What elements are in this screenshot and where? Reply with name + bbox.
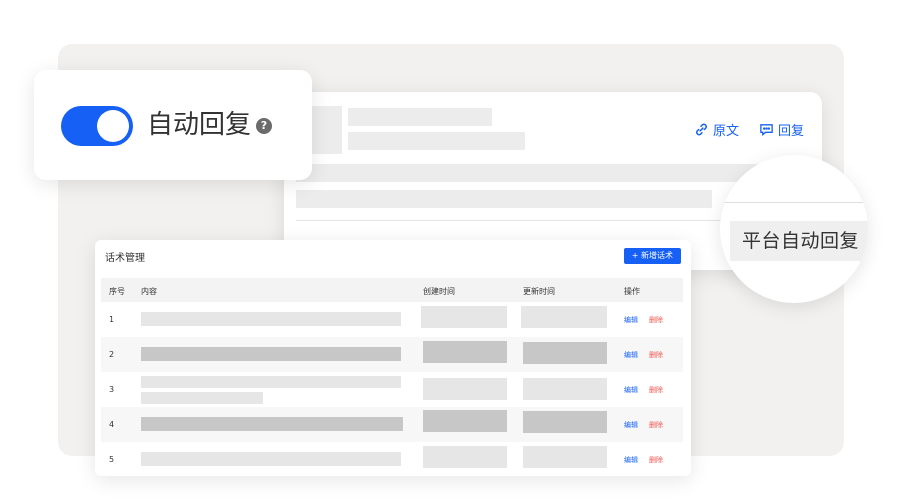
updated-placeholder <box>523 342 607 364</box>
row-index: 4 <box>109 420 115 429</box>
created-placeholder <box>423 341 507 363</box>
column-header-actions: 操作 <box>624 287 640 296</box>
content-placeholder <box>141 347 401 361</box>
divider <box>296 220 766 221</box>
edit-link[interactable]: 编辑 <box>624 350 638 360</box>
edit-link[interactable]: 编辑 <box>624 420 638 430</box>
table-title: 话术管理 <box>105 253 145 264</box>
table-row: 2 编辑 删除 <box>101 337 683 372</box>
magnifier-lens: 平台自动回复 <box>720 155 868 303</box>
column-header-created: 创建时间 <box>423 287 455 296</box>
delete-link[interactable]: 删除 <box>649 315 663 325</box>
column-header-index: 序号 <box>109 287 125 296</box>
updated-placeholder <box>523 411 607 433</box>
created-placeholder <box>423 378 507 400</box>
reply-label: 回复 <box>777 124 804 139</box>
auto-reply-label: 自动回复 <box>147 110 252 140</box>
auto-reply-card: 自动回复 ? <box>34 70 312 180</box>
link-icon <box>696 123 707 136</box>
content-placeholder <box>141 452 401 466</box>
delete-link[interactable]: 删除 <box>649 420 663 430</box>
row-index: 3 <box>109 385 115 394</box>
delete-link[interactable]: 删除 <box>649 455 663 465</box>
content-line-placeholder <box>296 190 712 208</box>
table-row: 4 编辑 删除 <box>101 407 683 442</box>
view-original-link[interactable]: 原文 <box>694 120 739 139</box>
content-placeholder <box>141 376 401 388</box>
script-management-card: 话术管理 + 新增话术 序号 内容 创建时间 更新时间 操作 1 编辑 删除 2… <box>95 240 691 476</box>
content-line-placeholder <box>296 164 812 182</box>
created-placeholder <box>423 446 507 468</box>
comment-icon <box>760 124 773 137</box>
edit-link[interactable]: 编辑 <box>624 455 638 465</box>
updated-placeholder <box>521 306 607 328</box>
post-actions: 原文 回复 <box>694 120 804 139</box>
content-placeholder <box>141 392 263 404</box>
edit-link[interactable]: 编辑 <box>624 315 638 325</box>
table-header: 序号 内容 创建时间 更新时间 操作 <box>101 278 683 302</box>
created-placeholder <box>423 410 507 432</box>
row-index: 5 <box>109 455 115 464</box>
platform-auto-reply-tag: 平台自动回复 <box>730 221 868 261</box>
delete-link[interactable]: 删除 <box>649 350 663 360</box>
content-placeholder <box>141 417 403 431</box>
table-row: 3 编辑 删除 <box>101 372 683 407</box>
add-script-button[interactable]: + 新增话术 <box>623 248 681 264</box>
reply-link[interactable]: 回复 <box>759 120 804 139</box>
question-circle-icon[interactable]: ? <box>256 118 272 134</box>
content-placeholder <box>141 312 401 326</box>
row-index: 2 <box>109 350 115 359</box>
column-header-updated: 更新时间 <box>523 287 555 296</box>
view-original-label: 原文 <box>712 124 739 139</box>
auto-reply-toggle[interactable] <box>61 106 133 146</box>
edit-link[interactable]: 编辑 <box>624 385 638 395</box>
column-header-content: 内容 <box>141 287 157 296</box>
title-placeholder <box>348 108 492 126</box>
table-row: 1 编辑 删除 <box>101 302 683 337</box>
delete-link[interactable]: 删除 <box>649 385 663 395</box>
table-row: 5 编辑 删除 <box>101 442 683 477</box>
subtitle-placeholder <box>348 132 525 150</box>
updated-placeholder <box>523 446 607 468</box>
toggle-knob <box>97 110 129 142</box>
divider <box>720 202 868 203</box>
row-index: 1 <box>109 315 115 324</box>
created-placeholder <box>421 306 507 328</box>
updated-placeholder <box>523 378 607 400</box>
